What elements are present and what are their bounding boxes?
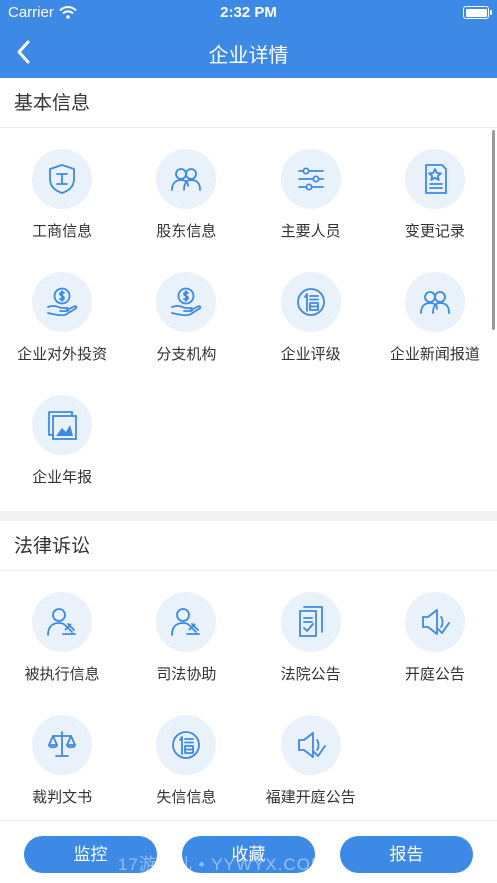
status-time: 2:32 PM xyxy=(220,4,277,21)
feature-item-label: 企业评级 xyxy=(280,346,341,363)
feature-item[interactable]: 失信信息 xyxy=(124,704,248,820)
status-bar: Carrier 2:32 PM xyxy=(0,0,497,26)
megaphone-check-icon xyxy=(404,592,465,652)
document-star-icon xyxy=(404,149,465,209)
scrollbar[interactable] xyxy=(492,130,495,330)
document-check-icon xyxy=(280,592,341,652)
coin-hand-icon xyxy=(156,272,217,332)
feature-item[interactable]: 裁判文书 xyxy=(0,704,124,820)
feature-item-label: 法院公告 xyxy=(280,666,341,683)
feature-item[interactable]: 变更记录 xyxy=(373,138,497,261)
feature-grid: 被执行信息 司法协助 法院公告 开庭公告裁判文书 失信信息 福建开庭公告 xyxy=(0,571,497,820)
feature-item[interactable]: 企业新闻报道 xyxy=(373,261,497,384)
feature-item[interactable]: 企业年报 xyxy=(0,384,124,507)
feature-item[interactable]: 法院公告 xyxy=(249,581,373,704)
feature-item[interactable]: 开庭公告 xyxy=(373,581,497,704)
page-title: 企业详情 xyxy=(208,45,289,67)
feature-item-label: 工商信息 xyxy=(32,223,93,240)
nav-bar: 企业详情 xyxy=(0,26,497,78)
feature-item[interactable]: 被执行信息 xyxy=(0,581,124,704)
feature-item-label: 裁判文书 xyxy=(32,789,93,806)
bottom-action-bar: 监控 收藏 报告 xyxy=(0,820,497,883)
report-button[interactable]: 报告 xyxy=(340,836,473,873)
feature-item[interactable]: 企业对外投资 xyxy=(0,261,124,384)
feature-item[interactable]: 福建开庭公告 xyxy=(249,704,373,820)
coin-hand-icon xyxy=(32,272,93,332)
battery-icon xyxy=(463,6,492,19)
feature-item-label: 变更记录 xyxy=(404,223,465,240)
feature-item[interactable]: 主要人员 xyxy=(249,138,373,261)
section-basic-info: 基本信息 工商信息 股东信息 主要人员 变更记录企业对外投资 分支机构 企业评级 企业新闻报… xyxy=(0,78,497,511)
monitor-button[interactable]: 监控 xyxy=(24,836,157,873)
megaphone-check-icon xyxy=(280,715,341,775)
section-title: 基本信息 xyxy=(0,78,497,128)
feature-item-label: 开庭公告 xyxy=(404,666,465,683)
feature-item[interactable]: 分支机构 xyxy=(124,261,248,384)
section-legal: 法律诉讼 被执行信息 司法协助 法院公告 开庭公告裁判文书 失信信息 福建开庭公告 xyxy=(0,521,497,820)
people-icon xyxy=(404,272,465,332)
feature-item-label: 企业对外投资 xyxy=(17,346,108,363)
feature-item[interactable]: 工商信息 xyxy=(0,138,124,261)
feature-grid: 工商信息 股东信息 主要人员 变更记录企业对外投资 分支机构 企业评级 企业新闻报道企业年报 xyxy=(0,128,497,511)
feature-item-label: 企业年报 xyxy=(32,469,93,486)
feature-item-label: 分支机构 xyxy=(156,346,217,363)
credit-circle-icon xyxy=(156,715,217,775)
feature-item[interactable]: 股东信息 xyxy=(124,138,248,261)
picture-frame-icon xyxy=(32,395,93,455)
shield-icon xyxy=(32,149,93,209)
person-gavel-icon xyxy=(156,592,217,652)
scales-icon xyxy=(32,715,93,775)
people-icon xyxy=(156,149,217,209)
feature-item-label: 企业新闻报道 xyxy=(389,346,480,363)
feature-item-label: 被执行信息 xyxy=(24,666,100,683)
feature-item-label: 主要人员 xyxy=(280,223,341,240)
feature-item-label: 失信信息 xyxy=(156,789,217,806)
feature-item[interactable]: 企业评级 xyxy=(249,261,373,384)
feature-item[interactable]: 司法协助 xyxy=(124,581,248,704)
credit-circle-icon xyxy=(280,272,341,332)
feature-item-label: 股东信息 xyxy=(156,223,217,240)
content-scroll[interactable]: 基本信息 工商信息 股东信息 主要人员 变更记录企业对外投资 分支机构 企业评级 企业新闻报… xyxy=(0,78,497,820)
favorite-button[interactable]: 收藏 xyxy=(182,836,315,873)
sliders-icon xyxy=(280,149,341,209)
feature-item-label: 司法协助 xyxy=(156,666,217,683)
feature-item-label: 福建开庭公告 xyxy=(265,789,356,806)
person-gavel-icon xyxy=(32,592,93,652)
section-title: 法律诉讼 xyxy=(0,521,497,571)
